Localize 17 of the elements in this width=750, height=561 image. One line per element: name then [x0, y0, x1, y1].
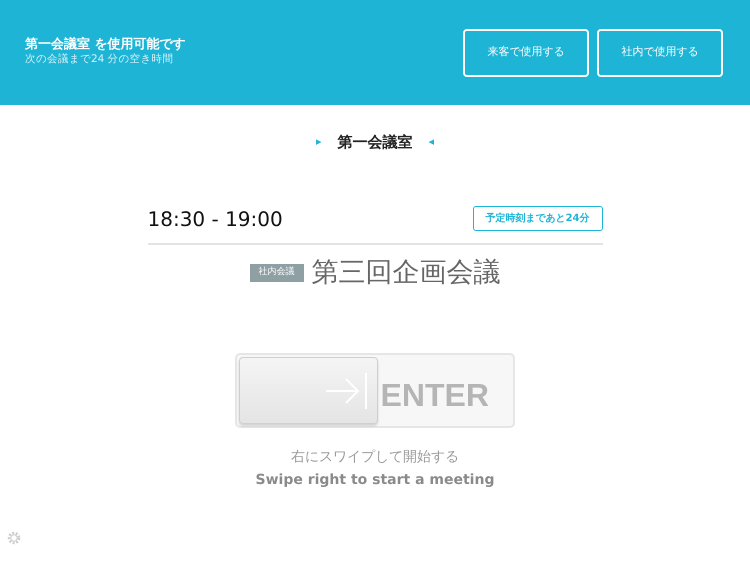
swipe-slider[interactable]: ENTER: [235, 353, 515, 428]
category-tag: 社内会議: [250, 264, 304, 282]
swipe-hint: Swipe right to start a meeting: [256, 472, 494, 488]
free-time-text: 次の会議まで24 分の空き時間: [25, 52, 175, 68]
use-button[interactable]: 来客で使用する: [463, 28, 589, 76]
room-name: 第一会議室: [338, 132, 412, 153]
countdown-badge: 予定時刻まであと24分: [472, 206, 602, 231]
meeting-time: 18:30 - 19:00: [148, 206, 283, 232]
use-button[interactable]: 社内で使用する: [597, 28, 723, 76]
swipe-hint: 右にスワイプして開始する: [291, 449, 459, 465]
availability-title: 第一会議室 を使用可能です: [25, 36, 186, 52]
enter-label: ENTER: [380, 376, 489, 415]
settings-icon[interactable]: [5, 529, 23, 547]
meeting-title: 第三回企画会議: [312, 256, 500, 290]
previous-room-arrow[interactable]: ▸: [316, 134, 322, 150]
next-room-arrow[interactable]: ◂: [428, 134, 434, 150]
slider-handle[interactable]: [239, 357, 378, 424]
